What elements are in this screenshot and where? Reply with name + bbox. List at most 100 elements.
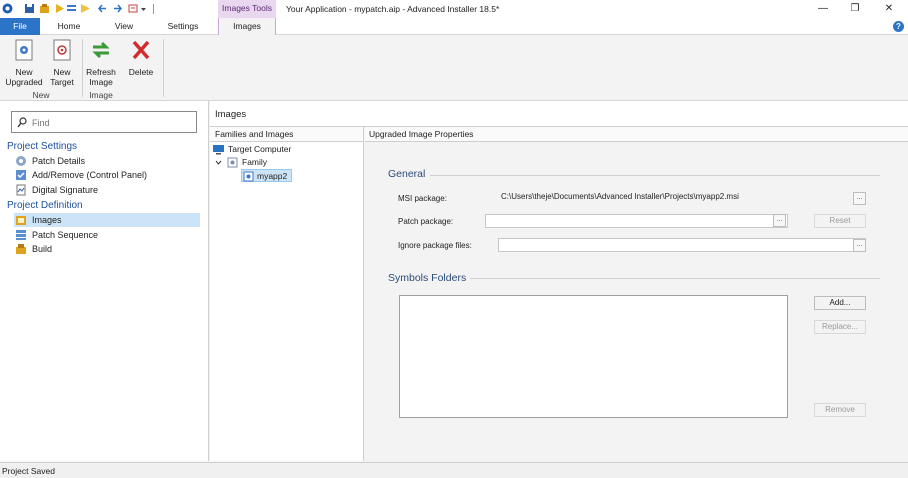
- group-divider: [82, 39, 83, 97]
- build-quick-icon[interactable]: [39, 3, 50, 14]
- msi-browse-button[interactable]: ...: [853, 192, 866, 205]
- msi-package-field[interactable]: C:\Users\theje\Documents\Advanced Instal…: [498, 191, 866, 205]
- sidebar-item-digital-signature[interactable]: Digital Signature: [14, 183, 98, 197]
- symbols-section-title: Symbols Folders: [388, 272, 467, 284]
- window-title: Your Application - mypatch.aip - Advance…: [286, 4, 500, 14]
- msi-package-label: MSI package:: [398, 194, 447, 203]
- new-target-icon: [53, 39, 71, 61]
- images-icon: [16, 216, 26, 225]
- new-upgraded-label-2: Upgraded: [5, 77, 43, 87]
- families-header-label: Families and Images: [215, 129, 294, 139]
- new-upgraded-label-1: New: [15, 67, 33, 77]
- page-title: Images: [215, 109, 247, 120]
- build-icon: [16, 244, 26, 254]
- app-logo-icon: [2, 3, 13, 14]
- refresh-icon: [92, 41, 110, 59]
- sidebar-item-add-remove[interactable]: Add/Remove (Control Panel): [14, 168, 147, 182]
- navigation-pane: Project Settings Patch Details Add/Remov…: [0, 101, 209, 461]
- customize-quick-access-icon[interactable]: [128, 3, 139, 14]
- refresh-image-button[interactable]: Refresh Image: [84, 38, 118, 87]
- tree-node-family[interactable]: Family: [227, 156, 267, 169]
- page-title-bar: Images: [210, 101, 908, 127]
- tab-view[interactable]: View: [104, 18, 144, 35]
- search-icon: [17, 117, 27, 128]
- dropdown-chevron-icon[interactable]: [140, 3, 147, 14]
- status-text: Project Saved: [2, 466, 55, 476]
- add-symbols-button[interactable]: Add...: [814, 296, 866, 310]
- forward-arrow-icon[interactable]: [112, 3, 123, 14]
- ribbon: New Upgraded New Target New Refresh Imag…: [0, 35, 908, 101]
- ignore-files-field[interactable]: [498, 238, 866, 252]
- patch-package-label: Patch package:: [398, 217, 454, 226]
- context-tab-group-label: Images Tools: [218, 0, 276, 18]
- properties-header-label: Upgraded Image Properties: [369, 129, 474, 139]
- sidebar-item-label: Add/Remove (Control Panel): [32, 170, 148, 180]
- families-header: Families and Images: [210, 127, 363, 142]
- signature-icon: [16, 184, 26, 196]
- add-remove-icon: [16, 170, 26, 180]
- delete-button[interactable]: Delete: [124, 38, 158, 77]
- ignore-files-label: Ignore package files:: [398, 241, 472, 250]
- properties-header: Upgraded Image Properties: [365, 127, 908, 142]
- replace-symbols-button[interactable]: Replace...: [814, 320, 866, 334]
- help-icon[interactable]: ?: [893, 21, 904, 32]
- refresh-label-2: Image: [89, 77, 113, 87]
- sidebar-item-label: Digital Signature: [32, 185, 99, 195]
- sidebar-item-label: Patch Details: [32, 156, 86, 166]
- delete-label: Delete: [128, 67, 154, 77]
- patch-package-field[interactable]: [485, 214, 788, 228]
- ribbon-tab-bar: File Home View Settings Images ?: [0, 18, 908, 36]
- remove-symbols-button[interactable]: Remove: [814, 403, 866, 417]
- delete-icon: [132, 40, 150, 60]
- sidebar-item-label: Patch Sequence: [32, 230, 99, 240]
- group-label-new: New: [32, 90, 50, 100]
- tree-node-target-computer[interactable]: Target Computer: [213, 143, 291, 156]
- save-icon[interactable]: [24, 3, 35, 14]
- group-divider: [163, 39, 164, 97]
- tree-expander[interactable]: [215, 156, 225, 169]
- family-icon: [227, 157, 238, 168]
- search-box[interactable]: [11, 111, 197, 133]
- image-icon: [243, 171, 254, 182]
- computer-icon: [213, 145, 224, 155]
- sidebar-item-patch-details[interactable]: Patch Details: [14, 154, 85, 168]
- tab-home[interactable]: Home: [48, 18, 90, 35]
- run-icon[interactable]: [54, 3, 65, 14]
- status-bar: Project Saved: [0, 462, 908, 478]
- tab-settings[interactable]: Settings: [160, 18, 206, 35]
- tab-file[interactable]: File: [0, 18, 40, 35]
- new-target-label-2: Target: [50, 77, 74, 87]
- debug-icon[interactable]: [80, 3, 91, 14]
- tree-node-label: Target Computer: [228, 144, 292, 154]
- sidebar-item-build[interactable]: Build: [14, 242, 52, 256]
- reset-button[interactable]: Reset: [814, 214, 866, 228]
- search-input[interactable]: [32, 115, 192, 130]
- minimize-button[interactable]: —: [808, 0, 838, 18]
- ignore-browse-button[interactable]: ...: [853, 239, 866, 252]
- sidebar-item-patch-sequence[interactable]: Patch Sequence: [14, 228, 98, 242]
- tab-images[interactable]: Images: [218, 18, 276, 36]
- title-bar: Images Tools Your Application - mypatch.…: [0, 0, 908, 18]
- maximize-button[interactable]: ❐: [840, 0, 870, 18]
- section-project-settings[interactable]: Project Settings: [7, 141, 77, 152]
- patch-browse-button[interactable]: ...: [773, 214, 786, 227]
- refresh-label-1: Refresh: [86, 67, 116, 77]
- section-divider: [430, 175, 880, 176]
- general-section-title: General: [388, 168, 426, 180]
- symbols-folders-list[interactable]: [399, 295, 788, 418]
- new-upgraded-button[interactable]: New Upgraded: [4, 38, 44, 87]
- sequence-icon: [16, 230, 26, 240]
- tree-node-myapp2[interactable]: myapp2: [241, 169, 293, 182]
- new-upgraded-icon: [15, 39, 33, 61]
- sidebar-item-images[interactable]: Images: [14, 213, 200, 227]
- tree-node-label: Family: [242, 157, 268, 167]
- new-target-button[interactable]: New Target: [46, 38, 78, 87]
- sidebar-item-label: Images: [32, 215, 62, 225]
- back-arrow-icon[interactable]: [97, 3, 108, 14]
- group-label-image: Image: [89, 90, 113, 100]
- tools-icon[interactable]: [66, 3, 77, 14]
- patch-details-icon: [16, 156, 26, 166]
- close-button[interactable]: ✕: [874, 0, 904, 18]
- section-project-definition[interactable]: Project Definition: [7, 200, 83, 211]
- section-divider: [470, 278, 880, 279]
